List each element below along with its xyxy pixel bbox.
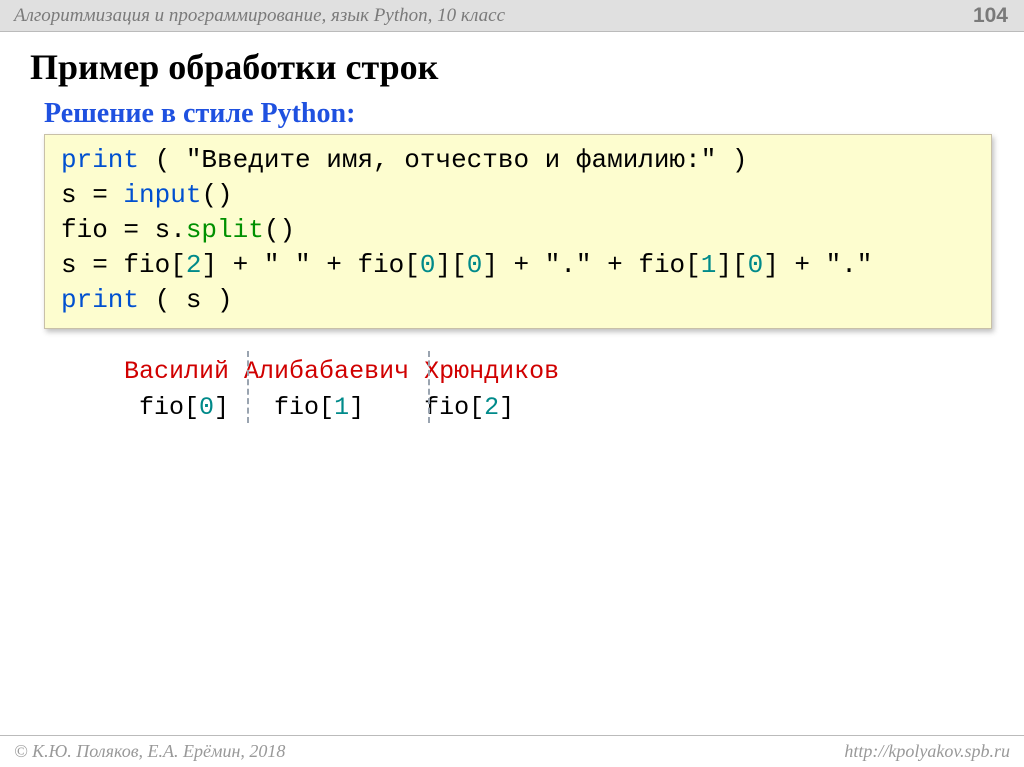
lbl: fio[ [229,393,334,422]
code-text: ][ [435,250,466,280]
code-block: print ( "Введите имя, отчество и фамилию… [44,134,992,329]
idx: 0 [420,250,436,280]
kw-input: input [123,180,201,210]
lbl: ] [214,393,229,422]
code-text: ] + "." + fio[ [482,250,700,280]
slide-title: Пример обработки строк [30,46,994,88]
footer-copyright: © К.Ю. Поляков, Е.А. Ерёмин, 2018 [14,741,285,762]
code-text: ] + " " + fio[ [201,250,419,280]
example-labels: fio[0] fio[1] fio[2] [124,391,994,425]
separator [428,351,430,423]
code-text: () [264,215,295,245]
idx: 1 [701,250,717,280]
idx: 1 [334,393,349,422]
code-text: ][ [716,250,747,280]
example-names: Василий Алибабаевич Хрюндиков [124,355,994,389]
example-block: Василий Алибабаевич Хрюндиков fio[0] fio… [30,355,994,425]
idx: 2 [484,393,499,422]
code-text: s = fio[ [61,250,186,280]
code-text: ( s ) [139,285,233,315]
idx: 0 [199,393,214,422]
lbl: ] [499,393,514,422]
kw-split: split [186,215,264,245]
lbl: fio[ [364,393,484,422]
page-number: 104 [973,4,1008,28]
kw-print: print [61,285,139,315]
idx: 0 [467,250,483,280]
header-bar: Алгоритмизация и программирование, язык … [0,0,1024,32]
name2: Алибабаевич [244,357,409,386]
idx: 2 [186,250,202,280]
lbl: ] [349,393,364,422]
lbl: fio[ [124,393,199,422]
slide-content: Пример обработки строк Решение в стиле P… [0,32,1024,425]
code-text: ] + "." [763,250,872,280]
code-text: s = [61,180,123,210]
course-title: Алгоритмизация и программирование, язык … [14,5,505,27]
code-text: ( "Введите имя, отчество и фамилию:" ) [139,145,748,175]
code-text: () [201,180,232,210]
code-text: fio = s. [61,215,186,245]
name3: Хрюндиков [424,357,559,386]
name1: Василий [124,357,229,386]
kw-print: print [61,145,139,175]
slide-subtitle: Решение в стиле Python: [44,98,994,130]
separator [247,351,249,423]
idx: 0 [748,250,764,280]
footer-url: http://kpolyakov.spb.ru [844,741,1010,762]
footer-bar: © К.Ю. Поляков, Е.А. Ерёмин, 2018 http:/… [0,735,1024,767]
